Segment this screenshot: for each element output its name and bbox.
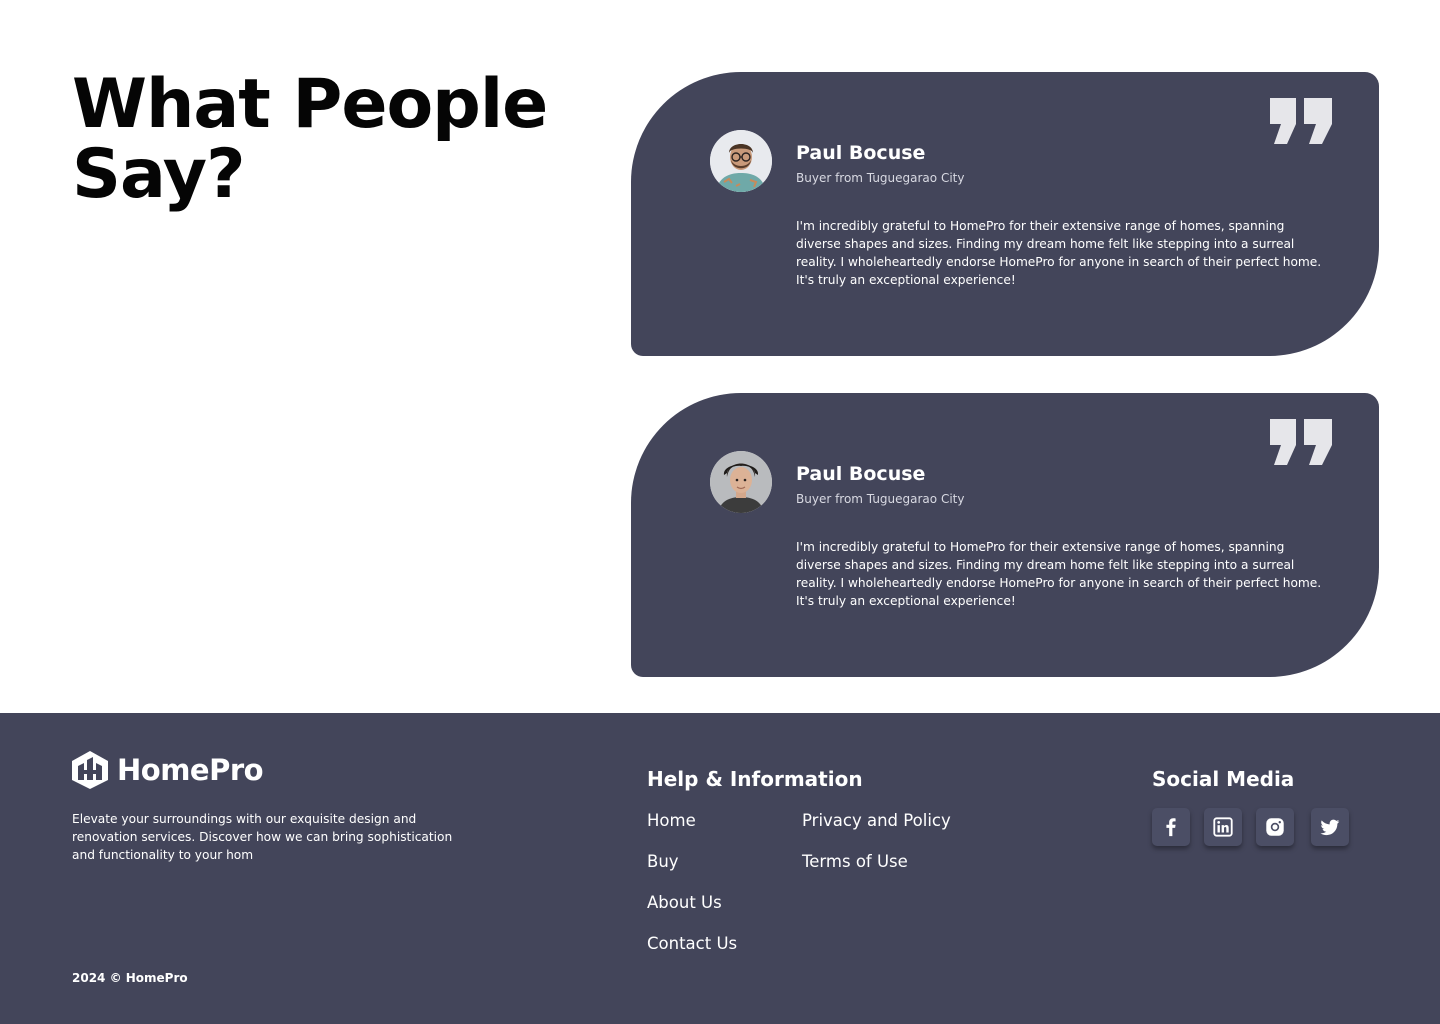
avatar-young-man-icon <box>710 451 772 513</box>
linkedin-icon <box>1213 817 1233 837</box>
avatar-man-glasses-icon <box>710 130 772 192</box>
testimonial-name: Paul Bocuse <box>796 142 926 164</box>
footer-link-terms-of-use[interactable]: Terms of Use <box>802 852 908 871</box>
brand-logo[interactable]: HomePro <box>70 750 264 790</box>
footer: HomePro Elevate your surroundings with o… <box>0 713 1440 1024</box>
facebook-icon <box>1166 818 1176 837</box>
testimonial-text: I'm incredibly grateful to HomePro for t… <box>796 540 1322 608</box>
copyright: 2024 © HomePro <box>72 971 188 985</box>
footer-tagline: Elevate your surroundings with our exqui… <box>72 812 453 862</box>
facebook-button[interactable] <box>1152 808 1190 846</box>
help-title: Help & Information <box>647 767 863 791</box>
testimonial-name: Paul Bocuse <box>796 463 926 485</box>
footer-link-buy[interactable]: Buy <box>647 852 679 871</box>
twitter-button[interactable] <box>1311 808 1349 846</box>
quote-icon <box>1270 419 1332 465</box>
testimonial-role: Buyer from Tuguegarao City <box>796 492 965 506</box>
brand-name: HomePro <box>117 753 264 787</box>
testimonial-role: Buyer from Tuguegarao City <box>796 171 965 185</box>
section-heading: What People Say? <box>72 70 592 210</box>
testimonial-card: Paul Bocuse Buyer from Tuguegarao City I… <box>631 72 1379 356</box>
quote-icon <box>1270 98 1332 144</box>
instagram-button[interactable] <box>1256 808 1294 846</box>
homepro-logo-icon <box>72 751 108 789</box>
avatar <box>710 130 772 192</box>
linkedin-button[interactable] <box>1204 808 1242 846</box>
testimonial-card: Paul Bocuse Buyer from Tuguegarao City I… <box>631 393 1379 677</box>
footer-link-about-us[interactable]: About Us <box>647 893 722 912</box>
heading-line-1: What People <box>72 65 548 144</box>
instagram-icon <box>1266 818 1284 836</box>
avatar <box>710 451 772 513</box>
twitter-icon <box>1320 819 1340 836</box>
testimonial-text: I'm incredibly grateful to HomePro for t… <box>796 219 1322 287</box>
social-links <box>1152 808 1349 846</box>
footer-link-contact-us[interactable]: Contact Us <box>647 934 737 953</box>
heading-line-2: Say? <box>72 135 246 214</box>
footer-link-home[interactable]: Home <box>647 811 696 830</box>
social-title: Social Media <box>1152 767 1295 791</box>
footer-link-privacy-policy[interactable]: Privacy and Policy <box>802 811 951 830</box>
